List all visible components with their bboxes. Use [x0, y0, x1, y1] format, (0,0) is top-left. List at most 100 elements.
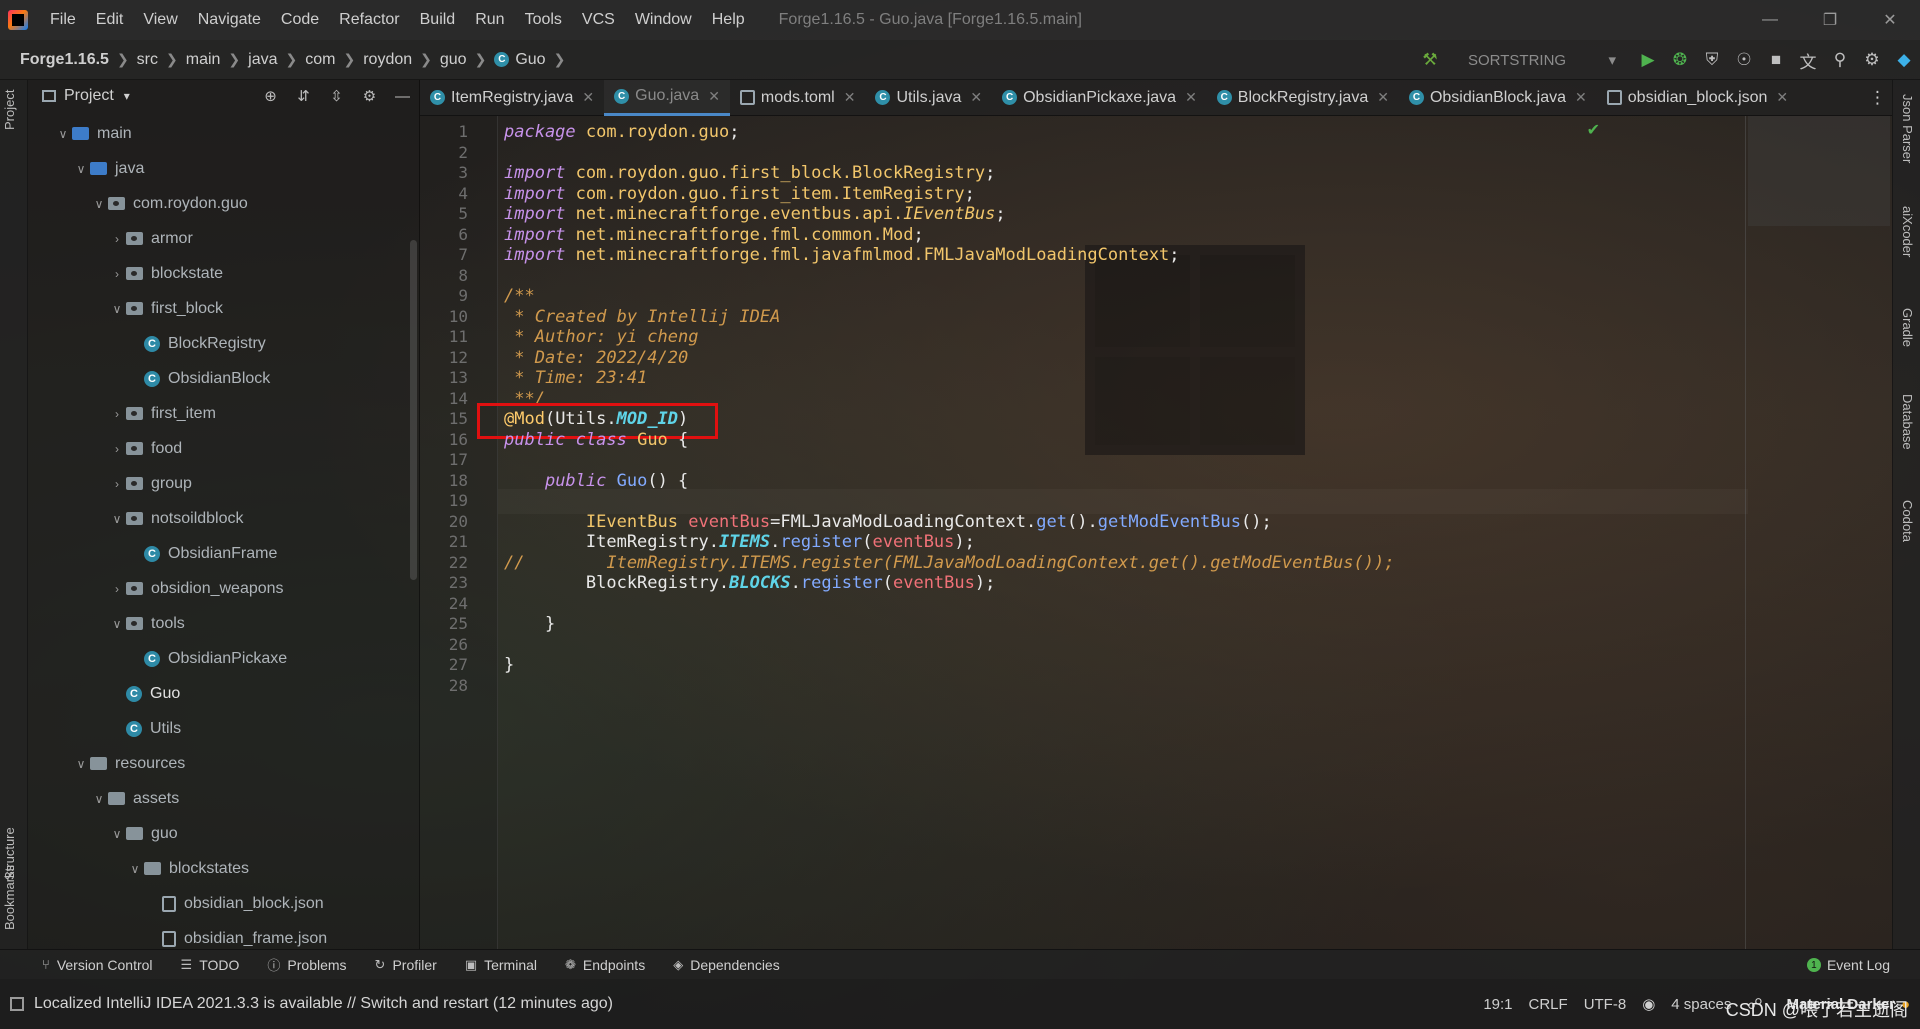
- tree-folder-item[interactable]: ∨ guo: [28, 816, 420, 851]
- chevron-right-icon[interactable]: ›: [108, 442, 126, 456]
- gear-icon[interactable]: ⚙: [353, 87, 386, 105]
- tool-window-endpoints[interactable]: ❁ Endpoints: [551, 955, 659, 974]
- code-editor[interactable]: ✔ package com.roydon.guo; import com.royd…: [477, 116, 1890, 949]
- collapse-all-icon[interactable]: ⇳: [320, 87, 353, 105]
- menu-vcs[interactable]: VCS: [572, 11, 625, 29]
- close-tab-icon[interactable]: ✕: [1776, 89, 1788, 106]
- coverage-icon[interactable]: ⛨: [1696, 40, 1728, 80]
- chevron-right-icon[interactable]: ›: [108, 232, 126, 246]
- menu-run[interactable]: Run: [465, 11, 514, 29]
- chevron-down-icon[interactable]: ∨: [72, 757, 90, 771]
- gear-icon[interactable]: ⚙: [1856, 40, 1888, 80]
- close-tab-icon[interactable]: ✕: [708, 88, 720, 105]
- tree-folder-item[interactable]: › group: [28, 466, 420, 501]
- tool-window-todo[interactable]: ☰ TODO: [167, 955, 254, 974]
- tree-folder-item[interactable]: ∨ resources: [28, 746, 420, 781]
- project-scrollbar[interactable]: [410, 240, 417, 580]
- run-configuration-select[interactable]: SORTSTRING ▾: [1454, 46, 1624, 74]
- menu-navigate[interactable]: Navigate: [188, 11, 271, 29]
- minimize-icon[interactable]: —: [1740, 0, 1800, 40]
- breadcrumb-item[interactable]: java: [248, 51, 277, 69]
- code-line[interactable]: package com.roydon.guo;: [504, 120, 739, 145]
- editor-tab[interactable]: C Guo.java ✕: [604, 79, 730, 116]
- breadcrumb-item[interactable]: Forge1.16.5: [20, 51, 109, 69]
- breadcrumb-item[interactable]: main: [186, 51, 221, 69]
- menu-view[interactable]: View: [133, 11, 187, 29]
- tree-folder-item[interactable]: ∨ notsoildblock: [28, 501, 420, 536]
- line-separator[interactable]: CRLF: [1529, 996, 1568, 1013]
- editor-tab[interactable]: C ObsidianBlock.java ✕: [1399, 80, 1597, 116]
- eye-icon[interactable]: ◉: [1642, 995, 1655, 1013]
- chevron-right-icon[interactable]: ›: [108, 407, 126, 421]
- locate-icon[interactable]: ⊕: [254, 87, 287, 105]
- translate-icon[interactable]: 文: [1792, 40, 1824, 80]
- hide-panel-icon[interactable]: —: [386, 88, 419, 105]
- code-line[interactable]: public class Guo {: [504, 428, 688, 453]
- chevron-down-icon[interactable]: ∨: [90, 792, 108, 806]
- close-tab-icon[interactable]: ✕: [582, 89, 594, 106]
- menu-refactor[interactable]: Refactor: [329, 11, 409, 29]
- chevron-down-icon[interactable]: ∨: [108, 827, 126, 841]
- menu-help[interactable]: Help: [702, 11, 755, 29]
- chevron-right-icon[interactable]: ›: [108, 267, 126, 281]
- tree-file-item[interactable]: obsidian_block.json: [28, 886, 420, 921]
- tree-folder-item[interactable]: ∨ assets: [28, 781, 420, 816]
- breadcrumb-item[interactable]: src: [137, 51, 158, 69]
- tree-folder-item[interactable]: › first_item: [28, 396, 420, 431]
- tree-folder-item[interactable]: ∨ com.roydon.guo: [28, 186, 420, 221]
- tree-folder-item[interactable]: ∨ tools: [28, 606, 420, 641]
- tree-folder-item[interactable]: ∨ first_block: [28, 291, 420, 326]
- tree-class-item[interactable]: C ObsidianBlock: [28, 361, 420, 396]
- caret-position[interactable]: 19:1: [1483, 996, 1512, 1013]
- status-toggle-icon[interactable]: [10, 997, 24, 1011]
- breadcrumb-item[interactable]: com: [305, 51, 335, 69]
- debug-icon[interactable]: ❂: [1664, 40, 1696, 80]
- tree-class-item[interactable]: C ObsidianFrame: [28, 536, 420, 571]
- tool-window-version-control[interactable]: ⑂ Version Control: [28, 955, 167, 974]
- tool-window-terminal[interactable]: ▣ Terminal: [451, 955, 551, 974]
- tree-folder-item[interactable]: ∨ java: [28, 151, 420, 186]
- code-minimap[interactable]: [1748, 116, 1890, 226]
- tree-class-item[interactable]: C Utils: [28, 711, 420, 746]
- chevron-right-icon[interactable]: ›: [108, 477, 126, 491]
- editor-tab[interactable]: C Utils.java ✕: [865, 80, 992, 116]
- menu-code[interactable]: Code: [271, 11, 329, 29]
- chevron-down-icon[interactable]: ∨: [108, 512, 126, 526]
- menu-build[interactable]: Build: [410, 11, 466, 29]
- tool-window-dependencies[interactable]: ◈ Dependencies: [659, 955, 794, 974]
- tree-folder-item[interactable]: › obsidion_weapons: [28, 571, 420, 606]
- tree-folder-item[interactable]: › food: [28, 431, 420, 466]
- file-encoding[interactable]: UTF-8: [1584, 996, 1627, 1013]
- profile-icon[interactable]: ☉: [1728, 40, 1760, 80]
- breadcrumb-item[interactable]: roydon: [363, 51, 412, 69]
- editor-tab[interactable]: obsidian_block.json ✕: [1597, 80, 1798, 116]
- tree-folder-item[interactable]: ∨ blockstates: [28, 851, 420, 886]
- menu-tools[interactable]: Tools: [515, 11, 572, 29]
- close-icon[interactable]: ✕: [1860, 0, 1920, 40]
- chevron-down-icon[interactable]: ∨: [90, 197, 108, 211]
- code-line[interactable]: }: [504, 653, 514, 678]
- status-message[interactable]: Localized IntelliJ IDEA 2021.3.3 is avai…: [34, 995, 613, 1013]
- chevron-down-icon[interactable]: ∨: [54, 127, 72, 141]
- build-hammer-icon[interactable]: ⚒: [1414, 40, 1446, 80]
- chevron-down-icon[interactable]: ∨: [126, 862, 144, 876]
- editor-tab[interactable]: mods.toml ✕: [730, 80, 866, 116]
- tree-folder-item[interactable]: ∨ main: [28, 116, 420, 151]
- editor-tab[interactable]: C ObsidianPickaxe.java ✕: [992, 80, 1207, 116]
- tree-class-item[interactable]: C Guo: [28, 676, 420, 711]
- database-tool-button[interactable]: Database: [1900, 394, 1915, 450]
- gradle-tool-button[interactable]: Gradle: [1900, 308, 1915, 347]
- tool-window-problems[interactable]: ⓘ Problems: [253, 955, 360, 974]
- close-tab-icon[interactable]: ✕: [1377, 89, 1389, 106]
- more-tabs-icon[interactable]: ⋮: [1869, 88, 1886, 108]
- menu-file[interactable]: File: [40, 11, 86, 29]
- chevron-down-icon[interactable]: ∨: [108, 617, 126, 631]
- expand-all-icon[interactable]: ⇵: [287, 87, 320, 105]
- tree-folder-item[interactable]: › blockstate: [28, 256, 420, 291]
- editor-tab[interactable]: C BlockRegistry.java ✕: [1207, 80, 1399, 116]
- restore-icon[interactable]: ❐: [1800, 0, 1860, 40]
- close-tab-icon[interactable]: ✕: [1185, 89, 1197, 106]
- tree-folder-item[interactable]: › armor: [28, 221, 420, 256]
- editor-tab[interactable]: C ItemRegistry.java ✕: [420, 80, 604, 116]
- breadcrumb-item[interactable]: C Guo: [494, 51, 546, 69]
